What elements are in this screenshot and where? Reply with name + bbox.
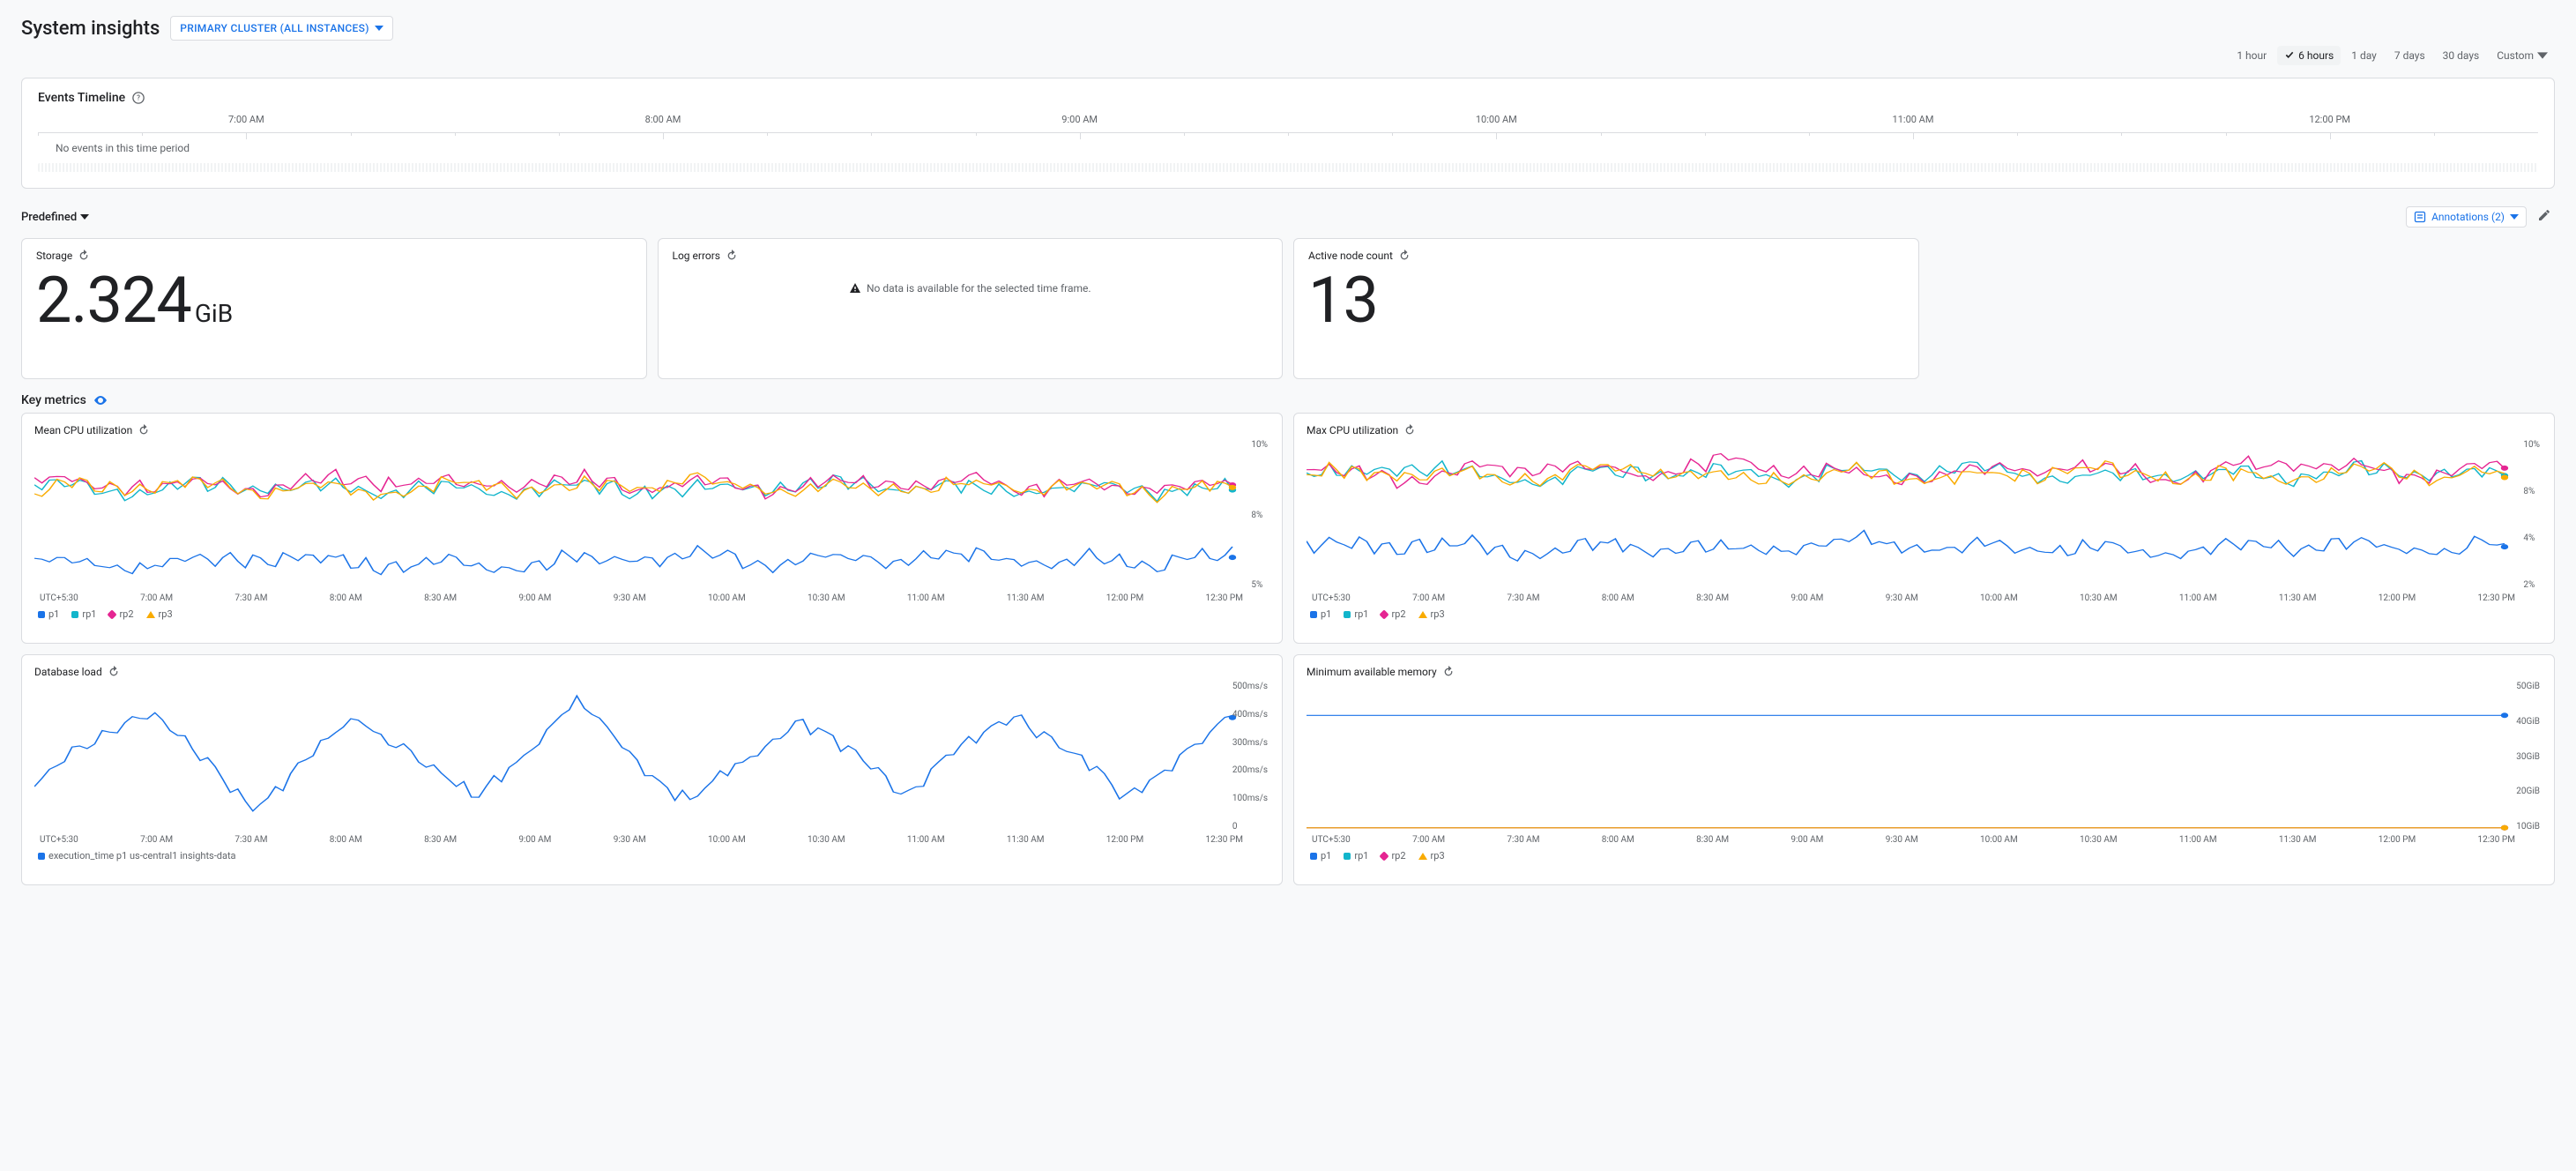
storage-unit: GiB bbox=[195, 299, 233, 328]
timeline-label: 7:00 AM bbox=[228, 114, 264, 125]
timeline-label: 11:00 AM bbox=[1893, 114, 1934, 125]
legend-item[interactable]: execution_time p1 us-central1 insights-d… bbox=[38, 850, 236, 861]
active-nodes-title: Active node count bbox=[1308, 250, 1393, 262]
dashboard-mode-label: Predefined bbox=[21, 211, 77, 224]
max-cpu-xaxis: UTC+5:307:00 AM7:30 AM8:00 AM8:30 AM9:00… bbox=[1307, 590, 2542, 603]
timeline-label: 10:00 AM bbox=[1476, 114, 1517, 125]
cluster-selector[interactable]: PRIMARY CLUSTER (ALL INSTANCES) bbox=[170, 16, 392, 41]
max-cpu-plot[interactable] bbox=[1307, 440, 2542, 590]
time-range-custom[interactable]: Custom bbox=[2490, 46, 2555, 65]
warning-icon bbox=[849, 282, 861, 295]
timeline-label: 12:00 PM bbox=[2309, 114, 2350, 125]
chevron-down-icon bbox=[2537, 50, 2548, 61]
min-mem-title: Minimum available memory bbox=[1307, 666, 1437, 678]
legend-item[interactable]: p1 bbox=[1310, 608, 1331, 620]
max-cpu-legend: p1 rp1 rp2 rp3 bbox=[1307, 603, 2542, 620]
min-mem-yaxis: 50GiB40GiB30GiB20GiB10GiB bbox=[2516, 682, 2540, 832]
timeline-scrubber[interactable] bbox=[38, 163, 2538, 172]
refresh-icon[interactable] bbox=[138, 424, 150, 436]
pencil-icon bbox=[2537, 208, 2551, 222]
db-load-plot[interactable] bbox=[34, 682, 1269, 832]
svg-text:?: ? bbox=[137, 94, 140, 102]
db-load-legend: execution_time p1 us-central1 insights-d… bbox=[34, 845, 1269, 861]
legend-item[interactable]: rp3 bbox=[1418, 850, 1445, 861]
edit-dashboard-icon[interactable] bbox=[2534, 205, 2555, 229]
events-empty-message: No events in this time period bbox=[38, 133, 2538, 158]
db-load-title: Database load bbox=[34, 666, 102, 678]
mean-cpu-plot[interactable] bbox=[34, 440, 1269, 590]
refresh-icon[interactable] bbox=[1398, 250, 1411, 262]
time-range-custom-label: Custom bbox=[2497, 49, 2534, 62]
refresh-icon[interactable] bbox=[108, 666, 120, 678]
annotations-label: Annotations (2) bbox=[2431, 211, 2505, 223]
min-mem-legend: p1 rp1 rp2 rp3 bbox=[1307, 845, 2542, 861]
log-errors-nodata: No data is available for the selected ti… bbox=[867, 282, 1091, 295]
active-nodes-card: Active node count 13 bbox=[1293, 238, 1919, 379]
legend-item[interactable]: rp2 bbox=[1381, 850, 1405, 861]
events-timeline-card: Events Timeline ? 7:00 AM 8:00 AM 9:00 AM 1… bbox=[21, 78, 2555, 189]
min-mem-plot[interactable] bbox=[1307, 682, 2542, 832]
chevron-down-icon bbox=[80, 214, 89, 220]
storage-value: 2.324 bbox=[36, 269, 191, 332]
db-load-chart-card: Database load 500ms/s400ms/s300ms/s200ms… bbox=[21, 654, 1283, 885]
mean-cpu-title: Mean CPU utilization bbox=[34, 424, 132, 436]
events-timeline-title: Events Timeline bbox=[38, 91, 125, 105]
check-icon bbox=[2284, 50, 2295, 61]
legend-item[interactable]: rp1 bbox=[1344, 608, 1368, 620]
legend-item[interactable]: rp2 bbox=[1381, 608, 1405, 620]
storage-card: Storage 2.324 GiB bbox=[21, 238, 647, 379]
mean-cpu-legend: p1 rp1 rp2 rp3 bbox=[34, 603, 1269, 620]
time-range-1h[interactable]: 1 hour bbox=[2230, 46, 2274, 65]
visibility-icon[interactable] bbox=[93, 393, 108, 407]
storage-title: Storage bbox=[36, 250, 72, 262]
dashboard-mode-dropdown[interactable]: Predefined bbox=[21, 211, 89, 224]
time-range-7d[interactable]: 7 days bbox=[2387, 46, 2432, 65]
time-range-picker: 1 hour 6 hours 1 day 7 days 30 days Cust… bbox=[0, 46, 2576, 71]
min-mem-xaxis: UTC+5:307:00 AM7:30 AM8:00 AM8:30 AM9:00… bbox=[1307, 832, 2542, 845]
time-range-6h[interactable]: 6 hours bbox=[2277, 46, 2341, 65]
legend-item[interactable]: rp2 bbox=[108, 608, 133, 620]
annotations-button[interactable]: Annotations (2) bbox=[2406, 206, 2527, 227]
legend-item[interactable]: rp3 bbox=[1418, 608, 1445, 620]
max-cpu-title: Max CPU utilization bbox=[1307, 424, 1398, 436]
legend-item[interactable]: rp1 bbox=[71, 608, 96, 620]
key-metrics-title: Key metrics bbox=[21, 393, 86, 407]
refresh-icon[interactable] bbox=[726, 250, 738, 262]
min-mem-chart-card: Minimum available memory 50GiB40GiB30GiB… bbox=[1293, 654, 2555, 885]
legend-item[interactable]: p1 bbox=[1310, 850, 1331, 861]
mean-cpu-chart-card: Mean CPU utilization 10%8%5% UTC+5:307:0… bbox=[21, 413, 1283, 644]
max-cpu-yaxis: 10%8%4%2% bbox=[2523, 440, 2540, 590]
time-range-1d[interactable]: 1 day bbox=[2344, 46, 2384, 65]
timeline-label: 9:00 AM bbox=[1061, 114, 1098, 125]
log-errors-card: Log errors No data is available for the … bbox=[658, 238, 1284, 379]
cluster-selector-label: PRIMARY CLUSTER (ALL INSTANCES) bbox=[180, 22, 369, 34]
max-cpu-chart-card: Max CPU utilization 10%8%4%2% UTC+5:307:… bbox=[1293, 413, 2555, 644]
mean-cpu-xaxis: UTC+5:307:00 AM7:30 AM8:00 AM8:30 AM9:00… bbox=[34, 590, 1269, 603]
legend-item[interactable]: rp1 bbox=[1344, 850, 1368, 861]
mean-cpu-yaxis: 10%8%5% bbox=[1251, 440, 1268, 590]
legend-item[interactable]: rp3 bbox=[146, 608, 173, 620]
active-nodes-value: 13 bbox=[1308, 269, 1378, 332]
help-icon[interactable]: ? bbox=[132, 92, 145, 104]
db-load-yaxis: 500ms/s400ms/s300ms/s200ms/s100ms/s0 bbox=[1232, 682, 1268, 832]
legend-item[interactable]: p1 bbox=[38, 608, 59, 620]
log-errors-title: Log errors bbox=[673, 250, 721, 262]
db-load-xaxis: UTC+5:307:00 AM7:30 AM8:00 AM8:30 AM9:00… bbox=[34, 832, 1269, 845]
time-range-30d[interactable]: 30 days bbox=[2436, 46, 2487, 65]
time-range-6h-label: 6 hours bbox=[2298, 49, 2334, 62]
chevron-down-icon bbox=[2510, 214, 2519, 220]
refresh-icon[interactable] bbox=[1403, 424, 1416, 436]
chevron-down-icon bbox=[375, 24, 383, 33]
annotation-icon bbox=[2414, 211, 2426, 223]
page-title: System insights bbox=[21, 18, 160, 40]
refresh-icon[interactable] bbox=[78, 250, 90, 262]
timeline-axis[interactable]: 7:00 AM 8:00 AM 9:00 AM 10:00 AM 11:00 AM 12:… bbox=[38, 114, 2538, 133]
refresh-icon[interactable] bbox=[1442, 666, 1455, 678]
timeline-label: 8:00 AM bbox=[645, 114, 681, 125]
